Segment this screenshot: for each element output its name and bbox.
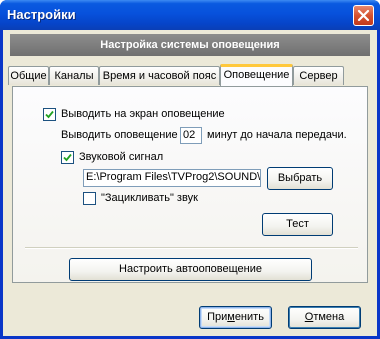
close-icon: [357, 9, 370, 22]
browse-button[interactable]: Выбрать: [267, 167, 333, 190]
checkmark-icon: [63, 153, 72, 162]
apply-label-part: енить: [234, 311, 264, 323]
loop-sound-checkbox[interactable]: [83, 192, 96, 205]
test-button[interactable]: Тест: [262, 213, 333, 236]
sound-file-path-input[interactable]: E:\Program Files\TVProg2\SOUND\Signa: [83, 169, 261, 187]
settings-window: Настройки Настройка системы оповещения О…: [0, 0, 380, 339]
lead-minutes-input[interactable]: 02: [180, 127, 202, 144]
lead-time-suffix: минут до начала передачи.: [207, 129, 347, 141]
sound-signal-label[interactable]: Звуковой сигнал: [79, 151, 163, 163]
dialog-body: Настройка системы оповещения Общие Канал…: [3, 30, 377, 336]
cancel-label-part: тмена: [313, 311, 345, 323]
window-title: Настройки: [7, 7, 76, 22]
tab-time-zone[interactable]: Время и часовой пояс: [99, 66, 220, 85]
apply-label-part: При: [207, 311, 228, 323]
apply-button[interactable]: Применить: [199, 306, 272, 329]
lead-time-prefix: Выводить оповещение за: [61, 129, 192, 141]
show-on-screen-checkbox[interactable]: [43, 108, 56, 121]
sound-signal-checkbox[interactable]: [61, 151, 74, 164]
apply-accelerator: м: [227, 311, 235, 323]
configure-auto-notify-button[interactable]: Настроить автооповещение: [69, 258, 312, 281]
show-on-screen-label[interactable]: Выводить на экран оповещение: [61, 108, 225, 120]
tab-channels[interactable]: Каналы: [49, 66, 99, 85]
checkmark-icon: [45, 110, 54, 119]
tab-general[interactable]: Общие: [8, 66, 49, 85]
section-header: Настройка системы оповещения: [10, 34, 370, 56]
tab-notifications[interactable]: Оповещение: [220, 64, 293, 86]
close-button[interactable]: [353, 5, 374, 26]
tab-server[interactable]: Сервер: [293, 66, 344, 85]
title-bar[interactable]: Настройки: [0, 0, 380, 30]
cancel-button[interactable]: Отмена: [288, 306, 361, 329]
divider: [25, 247, 358, 249]
notifications-panel: Выводить на экран оповещение Выводить оп…: [12, 86, 368, 283]
loop-sound-label[interactable]: "Зацикливать" звук: [101, 192, 198, 204]
